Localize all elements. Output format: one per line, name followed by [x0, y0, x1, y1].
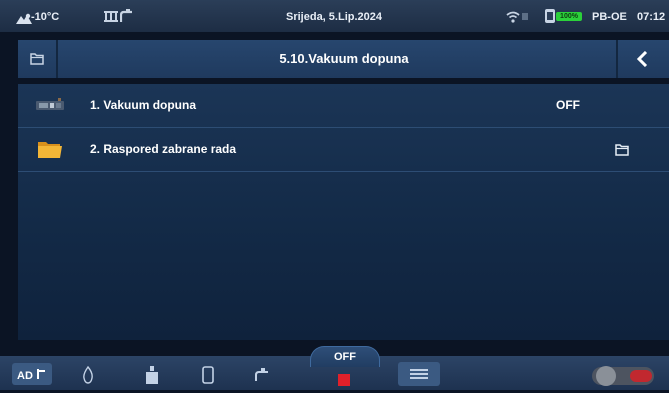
folder-icon [38, 139, 62, 164]
wifi-icon [506, 10, 520, 28]
menu-icon[interactable] [398, 362, 440, 386]
tank-icon[interactable] [145, 366, 159, 389]
toggle-switch-icon[interactable] [592, 364, 656, 393]
outdoor-temperature: -10°C [31, 11, 60, 23]
pump-unit-icon [36, 98, 64, 117]
folder-outline-icon[interactable] [615, 143, 629, 161]
menu-item-label: 2. Raspored zabrane rada [90, 142, 237, 156]
device-code: PB-OE [592, 11, 627, 23]
title-bar: 5.10.Vakuum dopuna [18, 40, 669, 78]
status-bar: -10°C Srijeda, 5.Lip.2024 100% PB-OE 07:… [0, 0, 669, 32]
date-display: Srijeda, 5.Lip.2024 [286, 11, 382, 23]
flame-icon[interactable] [82, 365, 94, 389]
svg-text:AD: AD [17, 370, 33, 382]
menu-item-raspored-zabrane-rada[interactable]: 2. Raspored zabrane rada [18, 128, 669, 172]
chevron-left-icon [636, 50, 648, 72]
menu-item-vakuum-dopuna[interactable]: 1. Vakuum dopuna OFF [18, 84, 669, 128]
menu-item-label: 1. Vakuum dopuna [90, 98, 197, 112]
menu-list: 1. Vakuum dopuna OFF 2. Raspored zabrane… [18, 84, 669, 340]
mode-status-tab[interactable]: OFF [310, 346, 380, 367]
stop-icon[interactable] [338, 374, 350, 386]
boiler-icon[interactable] [202, 366, 214, 389]
tap-icon[interactable] [254, 368, 270, 387]
status-green-badge: 100% [556, 12, 582, 21]
signal-icon [522, 13, 528, 20]
heating-mode-icon[interactable]: AD [12, 363, 52, 385]
clock: 07:12 [637, 11, 666, 23]
radiator-icon [104, 10, 118, 28]
menu-item-value: OFF [556, 98, 580, 112]
back-button[interactable] [618, 40, 669, 78]
page-title: 5.10.Vakuum dopuna [279, 51, 409, 66]
weather-icon [16, 11, 32, 29]
tap-icon [119, 9, 134, 28]
fan-icon [544, 9, 556, 28]
